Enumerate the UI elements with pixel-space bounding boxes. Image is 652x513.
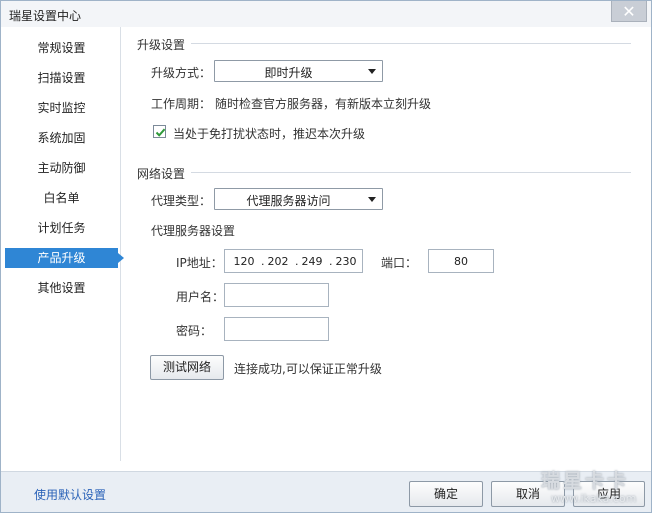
port-input[interactable]: 80 [428, 249, 494, 273]
title-bar: 瑞星设置中心 ✕ [1, 1, 651, 27]
password-input[interactable] [224, 317, 329, 341]
defer-upgrade-checkbox[interactable] [153, 125, 166, 138]
ip-dot: . [329, 255, 333, 268]
work-cycle-text: 随时检查官方服务器，有新版本立刻升级 [215, 97, 432, 111]
network-section-title: 网络设置 [137, 167, 186, 181]
settings-window: 瑞星设置中心 ✕ 常规设置 扫描设置 实时监控 系统加固 主动防御 白名单 计划… [0, 0, 652, 513]
ip-address-label: IP地址： [176, 256, 223, 270]
cancel-button[interactable]: 取消 [491, 481, 565, 507]
sidebar-item-other[interactable]: 其他设置 [5, 278, 118, 298]
work-cycle-label: 工作周期： [151, 97, 212, 111]
chevron-down-icon [368, 69, 376, 74]
proxy-type-value: 代理服务器访问 [246, 194, 331, 208]
test-result-text: 连接成功,可以保证正常升级 [234, 362, 382, 376]
ip-dot: . [261, 255, 265, 268]
proxy-type-select[interactable]: 代理服务器访问 [214, 188, 383, 210]
sidebar-item-realtime-monitor[interactable]: 实时监控 [5, 98, 118, 118]
sidebar-item-general[interactable]: 常规设置 [5, 38, 118, 58]
sidebar-item-product-upgrade[interactable]: 产品升级 [5, 248, 124, 268]
footer-bar: 使用默认设置 确定 取消 应用 [1, 471, 651, 512]
upgrade-method-select[interactable]: 即时升级 [214, 60, 383, 82]
network-section-divider [191, 172, 631, 173]
close-button[interactable]: ✕ [611, 1, 647, 22]
checkmark-icon [155, 128, 166, 137]
close-icon: ✕ [622, 1, 636, 21]
defer-upgrade-label: 当处于免打扰状态时，推迟本次升级 [173, 127, 366, 141]
ip-octet-1: 120 [233, 255, 255, 268]
ip-dot: . [295, 255, 299, 268]
sidebar-item-system-hardening[interactable]: 系统加固 [5, 128, 118, 148]
test-network-button[interactable]: 测试网络 [150, 355, 224, 380]
sidebar-item-scheduled-tasks[interactable]: 计划任务 [5, 218, 118, 238]
proxy-type-label: 代理类型： [151, 194, 212, 208]
ok-button[interactable]: 确定 [409, 481, 483, 507]
proxy-settings-label: 代理服务器设置 [151, 224, 236, 238]
apply-button[interactable]: 应用 [573, 481, 645, 507]
username-input[interactable] [224, 283, 329, 307]
ip-octet-2: 202 [267, 255, 289, 268]
chevron-down-icon [368, 197, 376, 202]
sidebar-item-active-defense[interactable]: 主动防御 [5, 158, 118, 178]
upgrade-method-value: 即时升级 [264, 66, 313, 80]
upgrade-section-title: 升级设置 [137, 38, 186, 52]
upgrade-section-divider [191, 43, 631, 44]
password-label: 密码： [176, 324, 213, 338]
use-default-settings-link[interactable]: 使用默认设置 [34, 486, 106, 503]
sidebar-nav: 常规设置 扫描设置 实时监控 系统加固 主动防御 白名单 计划任务 产品升级 其… [1, 27, 124, 461]
ip-octet-3: 249 [301, 255, 323, 268]
port-value: 80 [454, 255, 468, 268]
sidebar-item-scan[interactable]: 扫描设置 [5, 68, 118, 88]
username-label: 用户名： [176, 290, 225, 304]
ip-address-input[interactable]: 120 . 202 . 249 . 230 [224, 249, 363, 273]
settings-panel: 升级设置 升级方式： 即时升级 工作周期： 随时检查官方服务器，有新版本立刻升级… [121, 27, 651, 461]
sidebar-item-whitelist[interactable]: 白名单 [5, 188, 118, 208]
upgrade-method-label: 升级方式： [151, 66, 212, 80]
window-title: 瑞星设置中心 [9, 9, 82, 23]
ip-octet-4: 230 [335, 255, 357, 268]
port-label: 端口： [381, 256, 418, 270]
